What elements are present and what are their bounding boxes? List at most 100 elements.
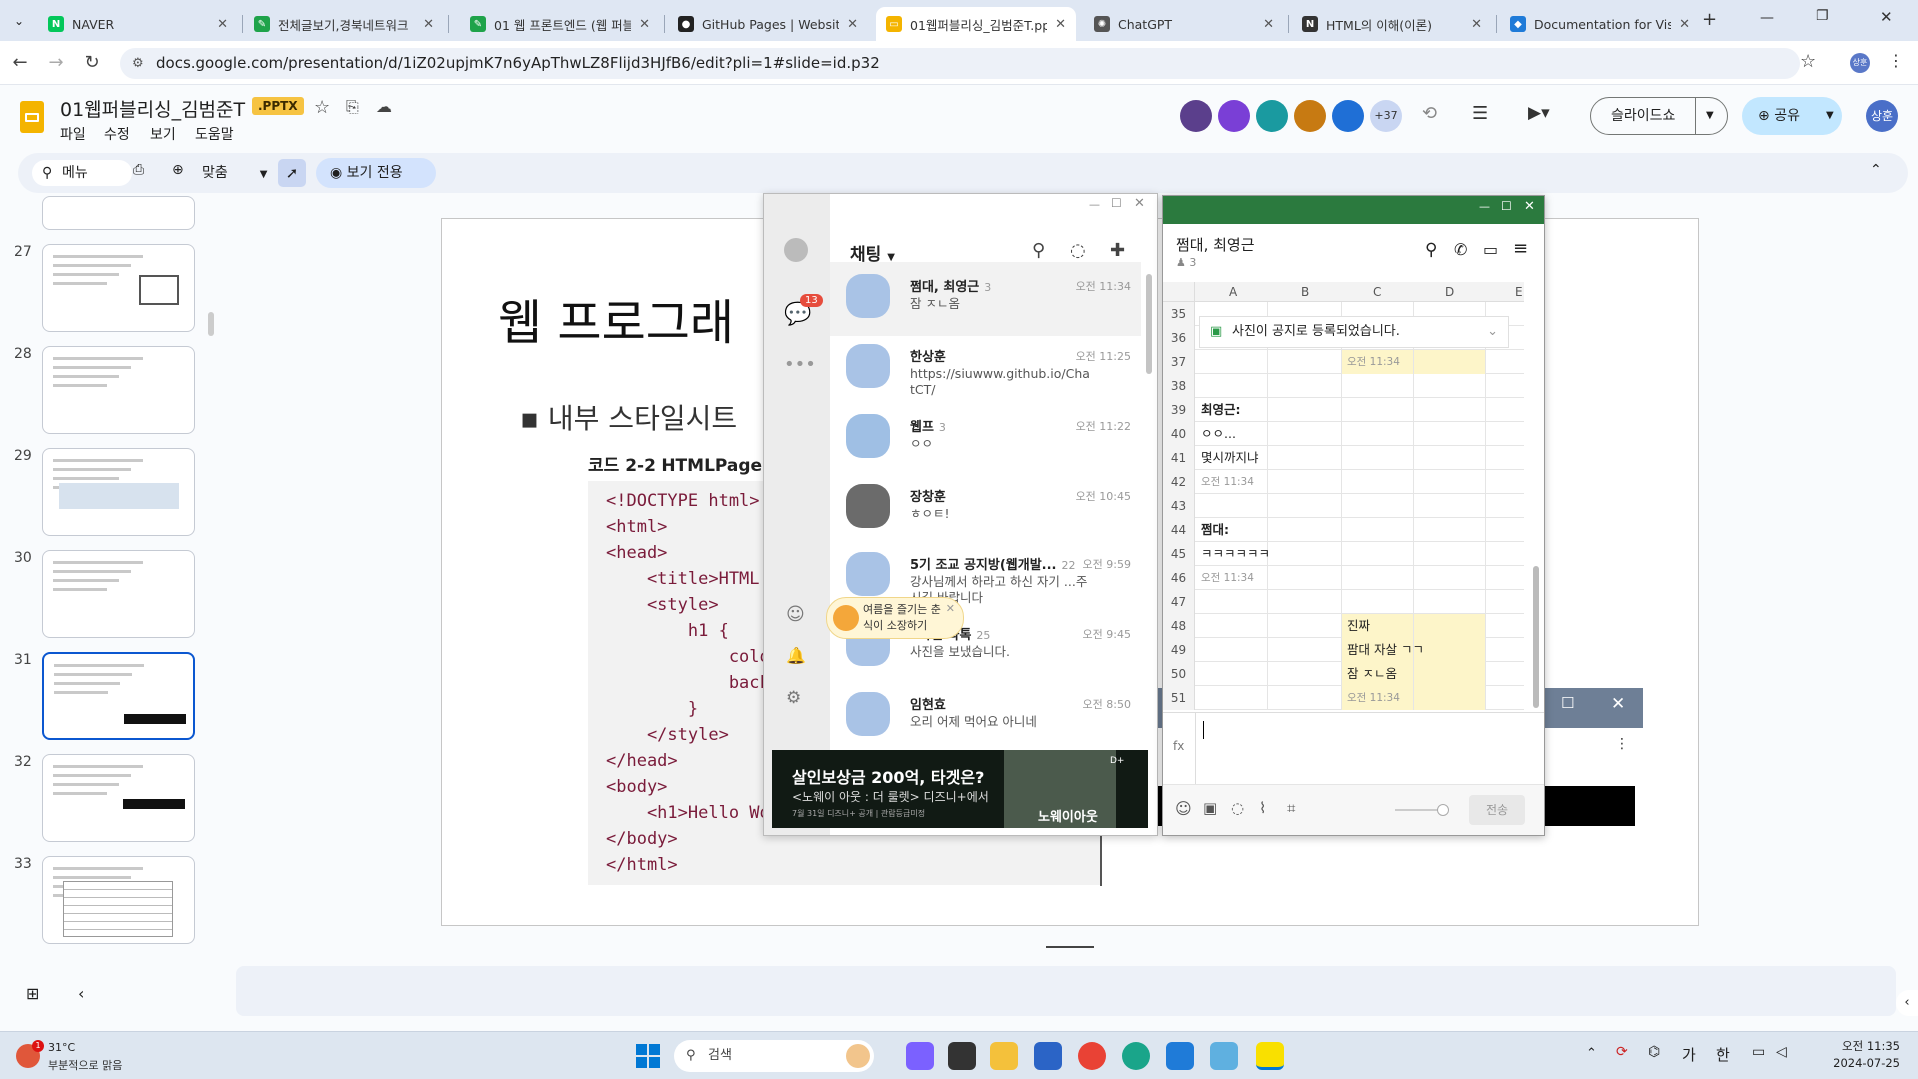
slide-thumbnail[interactable] [42, 346, 195, 434]
back-icon[interactable]: ← [8, 51, 32, 75]
forward-icon[interactable]: → [44, 51, 68, 75]
meet-icon[interactable]: ▶▾ [1528, 103, 1550, 123]
bookmark-star-icon[interactable]: ☆ [1800, 51, 1816, 72]
capture-icon[interactable]: ⌗ [1287, 799, 1295, 817]
slide-thumbnail[interactable] [42, 652, 195, 740]
friends-icon[interactable] [784, 238, 808, 262]
profile-avatar[interactable]: 상훈 [1850, 53, 1870, 73]
slide-thumbnail[interactable] [42, 196, 195, 230]
task-view-icon[interactable] [948, 1042, 976, 1070]
browser-tab[interactable]: ● GitHub Pages | Websites ✕ [668, 7, 868, 41]
tab-close-icon[interactable]: ✕ [1471, 17, 1482, 32]
tab-close-icon[interactable]: ✕ [639, 17, 650, 32]
chrome-icon[interactable] [1078, 1042, 1106, 1070]
minimize-window-icon[interactable]: — [1760, 10, 1774, 26]
cloud-status-icon[interactable]: ☁ [376, 97, 392, 116]
close-window-icon[interactable]: ✕ [1880, 8, 1893, 26]
kakao-close-icon[interactable]: ✕ [1134, 196, 1145, 211]
notepad-icon[interactable] [1210, 1042, 1238, 1070]
start-button[interactable] [636, 1044, 660, 1068]
search-menus[interactable]: ⚲ 메뉴 [32, 160, 132, 186]
kakao-maximize-icon[interactable]: ☐ [1111, 196, 1122, 210]
print-icon[interactable]: ⎙ [133, 162, 144, 178]
chatroom-scrollbar[interactable] [1533, 566, 1539, 708]
tab-close-icon[interactable]: ✕ [1055, 17, 1066, 32]
notice-expand-icon[interactable]: ⌄ [1487, 317, 1498, 347]
side-panel-toggle-icon[interactable]: ‹ [1896, 990, 1918, 1016]
file-explorer-icon[interactable] [990, 1042, 1018, 1070]
notification-bell-icon[interactable]: 🔔 [786, 646, 806, 665]
collapse-filmstrip-icon[interactable]: ‹ [78, 984, 84, 1003]
chatroom-search-icon[interactable]: ⚲ [1425, 240, 1437, 260]
move-folder-icon[interactable]: ⎘ [346, 97, 359, 117]
account-avatar[interactable]: 상훈 [1866, 100, 1898, 132]
browser-tab[interactable]: ▭ 01웹퍼블리싱_김범준T.pp ✕ [876, 7, 1076, 41]
browser-menu-icon[interactable]: ⋮ [1888, 51, 1904, 70]
video-call-icon[interactable]: ▭ [1483, 240, 1498, 259]
browser-tab[interactable]: ✺ ChatGPT ✕ [1084, 7, 1284, 41]
zoom-select[interactable]: 맞춤 ▼ [202, 162, 267, 182]
tab-close-icon[interactable]: ✕ [217, 17, 228, 32]
background-window-more-icon[interactable]: ⋮ [1615, 736, 1629, 752]
open-chat-icon[interactable]: ◌ [1070, 240, 1086, 261]
tray-sync-icon[interactable]: ⟳ [1616, 1044, 1628, 1060]
grid-view-icon[interactable]: ⊞ [26, 984, 39, 1003]
chatroom-close-icon[interactable]: ✕ [1524, 199, 1535, 214]
chatroom-maximize-icon[interactable]: ☐ [1501, 199, 1512, 213]
copilot-icon[interactable] [906, 1042, 934, 1070]
kakaotalk-taskbar-icon[interactable] [1256, 1042, 1284, 1070]
view-only-chip[interactable]: ◉ 보기 전용 [316, 158, 436, 188]
tab-close-icon[interactable]: ✕ [847, 17, 858, 32]
chat-search-icon[interactable]: ⚲ [1032, 240, 1045, 261]
background-window-maximize-icon[interactable]: ☐ [1561, 694, 1574, 712]
network-icon[interactable]: ⌬ [1648, 1044, 1660, 1060]
more-collaborators-badge[interactable]: +37 [1370, 100, 1402, 132]
store-icon[interactable] [1034, 1042, 1062, 1070]
slide-thumbnail[interactable] [42, 448, 195, 536]
new-tab-icon[interactable]: + [1702, 9, 1717, 30]
chat-list-item[interactable]: 장창훈 ㅎㅇㅌ! 오전 10:45 [830, 472, 1141, 546]
kakao-minimize-icon[interactable]: — [1089, 198, 1100, 211]
chat-bubble-icon[interactable]: ◌ [1231, 799, 1244, 817]
collaborator-avatar[interactable] [1218, 100, 1250, 132]
version-history-icon[interactable]: ⟲ [1422, 103, 1437, 124]
chat-list-item[interactable]: 웹프 3 ㅇㅇ 오전 11:22 [830, 402, 1141, 476]
menu-edit[interactable]: 수정 [104, 124, 130, 144]
taskbar-search[interactable]: ⚲ 검색 [674, 1040, 874, 1072]
new-chat-icon[interactable]: ✚ [1110, 240, 1125, 261]
weather-widget[interactable]: 1 31°C 부분적으로 맑음 [16, 1040, 186, 1074]
chat-list-item[interactable]: 쩜대, 최영근 3 잠 ㅈㄴ옴 오전 11:34 [830, 262, 1141, 336]
share-button[interactable]: ⊕ 공유 ▼ [1742, 97, 1842, 135]
display-icon[interactable]: ▭ [1752, 1044, 1765, 1060]
slides-logo-icon[interactable] [20, 101, 44, 133]
slideshow-button[interactable]: 슬라이드쇼 ▼ [1590, 97, 1728, 135]
collaborator-avatar[interactable] [1294, 100, 1326, 132]
collapse-toolbar-icon[interactable]: ⌃ [1870, 162, 1882, 178]
chatroom-minimize-icon[interactable]: — [1479, 200, 1490, 213]
select-tool-icon[interactable]: ➚ [278, 159, 306, 187]
font-size-slider[interactable] [1395, 804, 1449, 816]
vscode-icon[interactable] [1166, 1042, 1194, 1070]
send-button[interactable]: 전송 [1469, 795, 1525, 825]
comments-icon[interactable]: ☰ [1472, 103, 1488, 124]
promo-popup[interactable]: 여름을 즐기는 춘식이 소장하기 ✕ [826, 597, 964, 639]
menu-help[interactable]: 도움말 [195, 124, 234, 144]
slide-thumbnail[interactable] [42, 550, 195, 638]
voice-call-icon[interactable]: ✆ [1454, 240, 1467, 259]
emoticon-icon[interactable]: ☺ [786, 604, 805, 625]
url-field[interactable]: ⚙ docs.google.com/presentation/d/1iZ02upj… [120, 48, 1800, 79]
reload-icon[interactable]: ↻ [80, 51, 104, 75]
browser-tab[interactable]: N NAVER ✕ [38, 7, 238, 41]
tab-close-icon[interactable]: ✕ [1679, 17, 1690, 32]
emoji-icon[interactable]: ☺ [1175, 799, 1192, 818]
tab-close-icon[interactable]: ✕ [1263, 17, 1274, 32]
collaborator-avatar[interactable] [1332, 100, 1364, 132]
slide-thumbnail[interactable] [42, 754, 195, 842]
settings-gear-icon[interactable]: ⚙ [786, 688, 801, 708]
attach-icon[interactable]: ⌇ [1259, 799, 1266, 817]
filmstrip-scrollbar[interactable] [208, 312, 214, 336]
tray-overflow-icon[interactable]: ⌃ [1586, 1046, 1597, 1061]
slide-thumbnail[interactable] [42, 244, 195, 332]
document-title[interactable]: 01웹퍼블리싱_김범준T [60, 95, 245, 122]
tab-list-button[interactable]: ⌄ [8, 10, 30, 32]
